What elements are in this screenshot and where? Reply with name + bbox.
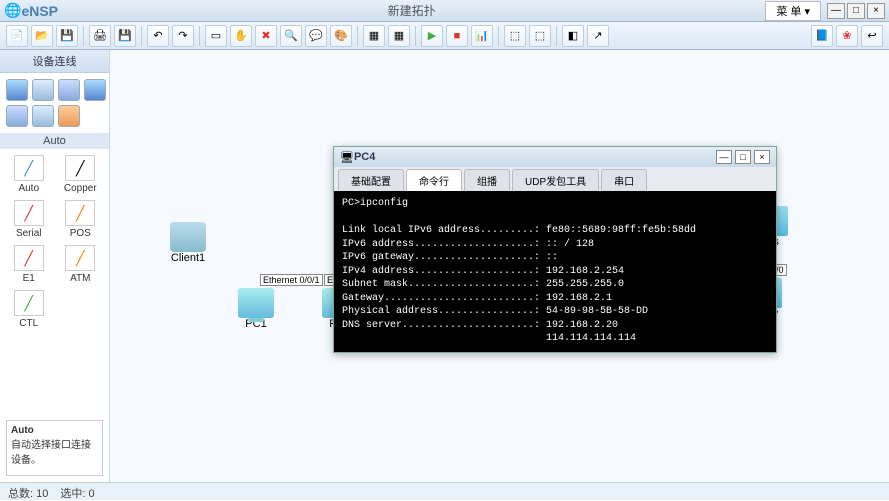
conn-ctl[interactable]: ╱ — [14, 290, 44, 316]
term-tab-3[interactable]: UDP发包工具 — [512, 169, 599, 191]
conn-auto[interactable]: ╱ — [14, 155, 44, 181]
term-tab-2[interactable]: 组播 — [464, 169, 510, 191]
terminal-body[interactable]: PC>ipconfig Link local IPv6 address.....… — [334, 191, 776, 352]
text-icon[interactable]: 💬 — [305, 25, 327, 47]
device-firewall[interactable] — [84, 79, 106, 101]
tool2-icon[interactable]: ⬚ — [529, 25, 551, 47]
status-total: 总数: 10 — [8, 485, 48, 498]
close-button[interactable]: × — [867, 3, 885, 19]
device-switch[interactable] — [32, 79, 54, 101]
save-icon[interactable]: 💾 — [56, 25, 78, 47]
device-router[interactable] — [6, 79, 28, 101]
start-icon[interactable]: ▶ — [421, 25, 443, 47]
sidebar: 设备连线 Auto ╱Auto╱Copper╱Serial╱POS╱E1╱ATM… — [0, 50, 110, 482]
term-close-button[interactable]: × — [754, 150, 770, 164]
minimize-button[interactable]: — — [827, 3, 845, 19]
status-selected: 选中: 0 — [60, 485, 94, 498]
maximize-button[interactable]: □ — [847, 3, 865, 19]
terminal-icon: 🖥 — [340, 151, 354, 164]
menu-button[interactable]: 菜 单 ▾ — [765, 1, 821, 21]
new-icon[interactable]: 📄 — [6, 25, 28, 47]
term-tab-1[interactable]: 命令行 — [406, 169, 462, 191]
conn-pos[interactable]: ╱ — [65, 200, 95, 226]
tool3-icon[interactable]: ◧ — [562, 25, 584, 47]
undo-icon[interactable]: ↶ — [147, 25, 169, 47]
delete-icon[interactable]: ✖ — [255, 25, 277, 47]
exit-icon[interactable]: ↩ — [861, 25, 883, 47]
help-icon[interactable]: 📘 — [811, 25, 833, 47]
device-cloud[interactable] — [32, 105, 54, 127]
term-maximize-button[interactable]: □ — [735, 150, 751, 164]
window-title: 新建拓扑 — [58, 2, 765, 19]
term-tab-0[interactable]: 基础配置 — [338, 169, 404, 191]
term-tab-4[interactable]: 串口 — [601, 169, 647, 191]
redo-icon[interactable]: ↷ — [172, 25, 194, 47]
auto-label: Auto — [0, 133, 109, 149]
grid1-icon[interactable]: ▦ — [363, 25, 385, 47]
palette-icon[interactable]: 🎨 — [330, 25, 352, 47]
open-icon[interactable]: 📂 — [31, 25, 53, 47]
device-wlan[interactable] — [58, 79, 80, 101]
port-label: Ethernet 0/0/1 — [260, 274, 323, 286]
huawei-icon[interactable]: ❀ — [836, 25, 858, 47]
conn-serial[interactable]: ╱ — [14, 200, 44, 226]
hand-icon[interactable]: ✋ — [230, 25, 252, 47]
statusbar: 总数: 10 选中: 0 — [0, 482, 889, 500]
toolbar: 📄 📂 💾 🖨 💾 ↶ ↷ ▭ ✋ ✖ 🔍 💬 🎨 ▦ ▦ ▶ ■ 📊 ⬚ ⬚ … — [0, 22, 889, 50]
print-icon[interactable]: 🖨 — [89, 25, 111, 47]
sidebar-header: 设备连线 — [0, 50, 109, 73]
node-client1[interactable]: Client1 — [170, 222, 206, 264]
tool4-icon[interactable]: ↗ — [587, 25, 609, 47]
node-pc1[interactable]: PC1 — [238, 288, 274, 330]
conn-atm[interactable]: ╱ — [65, 245, 95, 271]
device-pc[interactable] — [6, 105, 28, 127]
device-conn[interactable] — [58, 105, 80, 127]
zoom-icon[interactable]: 🔍 — [280, 25, 302, 47]
save2-icon[interactable]: 💾 — [114, 25, 136, 47]
info-box: Auto 自动选择接口连接设备。 — [6, 420, 103, 476]
term-minimize-button[interactable]: — — [716, 150, 732, 164]
conn-copper[interactable]: ╱ — [65, 155, 95, 181]
canvas[interactable]: Client1 PC1 PC2 PC3 PC4 dns HTTP Etherne… — [110, 50, 889, 482]
grid2-icon[interactable]: ▦ — [388, 25, 410, 47]
conn-e1[interactable]: ╱ — [14, 245, 44, 271]
pointer-icon[interactable]: ▭ — [205, 25, 227, 47]
terminal-title: PC4 — [354, 151, 713, 163]
app-logo: 🌐eNSP — [4, 2, 58, 19]
capture-icon[interactable]: 📊 — [471, 25, 493, 47]
terminal-window[interactable]: 🖥 PC4 — □ × 基础配置命令行组播UDP发包工具串口 PC>ipconf… — [333, 146, 777, 353]
stop-icon[interactable]: ■ — [446, 25, 468, 47]
tool1-icon[interactable]: ⬚ — [504, 25, 526, 47]
